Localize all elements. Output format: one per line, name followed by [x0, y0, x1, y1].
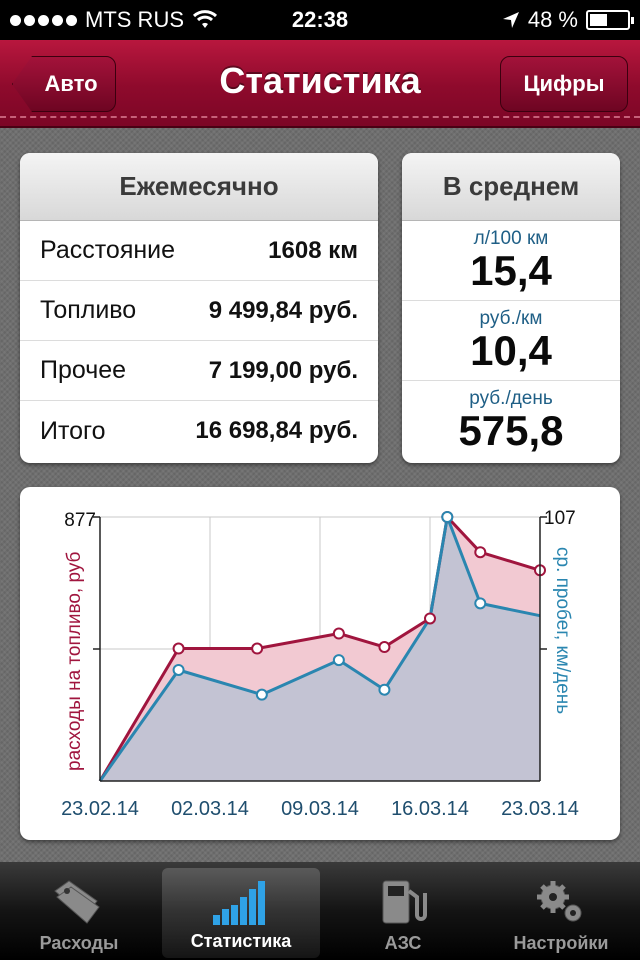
- monthly-row-distance: Расстояние 1608 км: [20, 221, 378, 281]
- row-value: 16 698,84 руб.: [195, 417, 358, 444]
- average-unit: л/100 км: [473, 227, 549, 249]
- tab-statistics[interactable]: Статистика: [162, 868, 320, 958]
- tab-label: Настройки: [513, 933, 609, 953]
- monthly-row-fuel: Топливо 9 499,84 руб.: [20, 281, 378, 341]
- signal-strength-icon: [10, 14, 77, 26]
- fuel-cost-point: [251, 642, 264, 655]
- tab-label: Статистика: [190, 931, 292, 951]
- x-tick-label: 23.02.14: [61, 798, 139, 820]
- row-value: 9 499,84 руб.: [208, 296, 358, 324]
- row-label: Итого: [40, 416, 106, 445]
- mileage-point: [332, 654, 345, 667]
- tab-bar: Расходы Статистика АЗС Настройки: [0, 862, 640, 960]
- row-value: 7 199,00 руб.: [208, 356, 358, 384]
- fuel-cost-point: [378, 641, 391, 654]
- right-axis-title: ср. пробег, км/день: [552, 547, 573, 714]
- average-card: В среднем л/100 км 15,4 руб./км 10,4 руб…: [402, 153, 620, 463]
- nav-stitch-decoration: [0, 116, 640, 118]
- tab-label: АЗС: [384, 933, 422, 953]
- gears-icon: [537, 881, 582, 922]
- monthly-row-total: Итого 16 698,84 руб.: [20, 401, 378, 461]
- wifi-icon: [192, 10, 218, 28]
- status-bar: MTS RUS 22:38 48 %: [0, 0, 640, 40]
- average-row-consumption: л/100 км 15,4: [402, 221, 620, 301]
- row-value: 1608 км: [268, 236, 358, 264]
- battery-icon: [586, 10, 634, 30]
- x-tick-label: 09.03.14: [281, 798, 359, 820]
- tab-label: Расходы: [39, 933, 119, 953]
- left-axis-max-label: 877: [64, 510, 96, 531]
- average-row-cost-per-day: руб./день 575,8: [402, 381, 620, 461]
- tab-gas-stations[interactable]: АЗС: [324, 862, 482, 960]
- location-arrow-icon: [502, 12, 519, 28]
- monthly-row-other: Прочее 7 199,00 руб.: [20, 341, 378, 401]
- average-value: 15,4: [470, 246, 552, 294]
- x-tick-label: 23.03.14: [501, 798, 579, 820]
- fuel-pump-icon: [382, 880, 427, 924]
- mileage-point: [378, 683, 391, 696]
- monthly-title: Ежемесячно: [20, 153, 378, 221]
- x-tick-label: 16.03.14: [391, 798, 469, 820]
- average-row-cost-per-km: руб./км 10,4: [402, 301, 620, 381]
- average-unit: руб./день: [469, 388, 553, 409]
- fuel-cost-point: [172, 642, 185, 655]
- tags-icon: [54, 880, 100, 924]
- row-label: Прочее: [40, 356, 127, 384]
- fuel-cost-point: [474, 546, 487, 559]
- status-right: 48 %: [502, 7, 634, 33]
- bar-chart-icon: [213, 881, 265, 925]
- expense-chart: 877 107 23.02.14 02.03.14 09.03.14 16.03.14 23…: [61, 508, 579, 820]
- mileage-point: [255, 688, 268, 701]
- tab-settings[interactable]: Настройки: [482, 862, 640, 960]
- chart-card: 877 107 23.02.14 02.03.14 09.03.14 16.03.14 23…: [20, 487, 620, 840]
- average-value: 10,4: [470, 326, 552, 374]
- signal-area: MTS RUS: [10, 7, 218, 33]
- monthly-card: Ежемесячно Расстояние 1608 км Топливо 9 …: [20, 153, 378, 463]
- average-unit: руб./км: [479, 307, 543, 329]
- row-label: Топливо: [40, 296, 137, 324]
- average-value: 575,8: [458, 407, 564, 454]
- left-axis-title: расходы на топливо, руб: [64, 551, 85, 771]
- tab-expenses[interactable]: Расходы: [0, 862, 158, 960]
- navigation-bar: Авто Статистика Цифры: [0, 40, 640, 128]
- average-title: В среднем: [402, 153, 620, 221]
- battery-percent: 48 %: [527, 7, 578, 32]
- fuel-cost-point: [424, 612, 436, 625]
- right-axis-max-label: 107: [544, 508, 576, 529]
- numbers-button[interactable]: Цифры: [500, 56, 628, 112]
- fuel-cost-point: [332, 627, 345, 640]
- mileage-point: [441, 511, 454, 523]
- row-label: Расстояние: [40, 236, 176, 264]
- carrier-name: MTS RUS: [85, 7, 184, 32]
- mileage-point: [474, 597, 487, 610]
- x-tick-label: 02.03.14: [171, 798, 249, 820]
- mileage-point: [172, 663, 185, 676]
